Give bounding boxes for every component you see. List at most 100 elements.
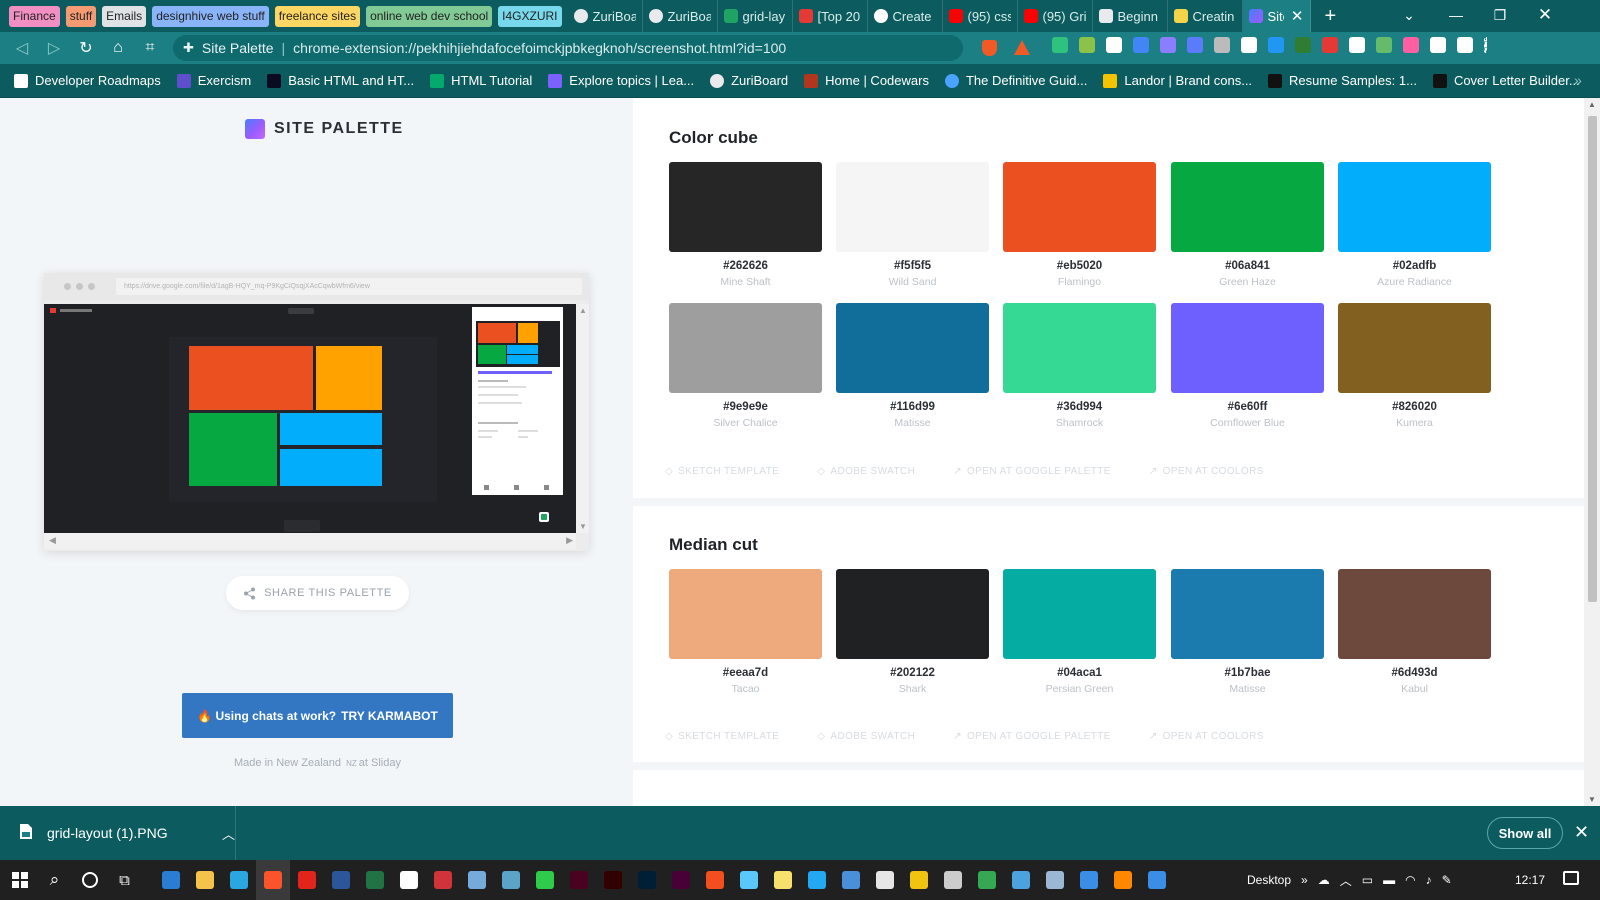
notion-extension-icon[interactable] [1241, 37, 1257, 53]
menu-icon[interactable] [1484, 37, 1488, 53]
color-chip[interactable] [836, 303, 989, 393]
tab-group-1[interactable]: stuff [65, 5, 97, 27]
wallet-extension-icon[interactable] [1457, 37, 1473, 53]
bookmark-7[interactable]: The Definitive Guid... [944, 73, 1087, 88]
color-chip[interactable] [1171, 569, 1324, 659]
taskbar-vscode[interactable] [800, 860, 834, 900]
taskbar-edge[interactable] [222, 860, 256, 900]
share-palette-button[interactable]: SHARE THIS PALETTE [226, 576, 409, 610]
taskbar-terminal[interactable] [936, 860, 970, 900]
show-hidden-icon[interactable]: ︿ [1340, 872, 1352, 889]
battery-icon[interactable]: ▬ [1383, 873, 1395, 887]
taskbar-rstudio[interactable] [460, 860, 494, 900]
action-adobe-swatch[interactable]: ◇ ADOBE SWATCH [817, 731, 915, 742]
tab-6[interactable]: (95) Gri [1018, 0, 1093, 32]
taskbar-teams-chat[interactable] [494, 860, 528, 900]
taskbar-illustrator[interactable] [596, 860, 630, 900]
notifications-icon[interactable] [1563, 871, 1579, 885]
color-chip[interactable] [836, 569, 989, 659]
color-swatch[interactable]: #202122 Shark [836, 569, 989, 695]
ad-cta[interactable]: TRY KARMABOT [341, 709, 438, 723]
color-swatch[interactable]: #eeaa7d Tacao [669, 569, 822, 695]
color-hex[interactable]: #04aca1 [1003, 667, 1156, 679]
tab-group-0[interactable]: Finance [9, 5, 60, 27]
screenshot-vertical-scrollbar[interactable]: ▲ ▼ [576, 304, 589, 533]
task-view-button[interactable]: ⧉ [107, 860, 142, 900]
taskbar-indesign[interactable] [562, 860, 596, 900]
color-hex[interactable]: #eb5020 [1003, 260, 1156, 272]
taskbar-calendar-app[interactable] [154, 860, 188, 900]
taskbar-git[interactable] [902, 860, 936, 900]
color-swatch[interactable]: #1b7bae Matisse [1171, 569, 1324, 695]
bookmark-5[interactable]: ZuriBoard [710, 73, 788, 88]
color-swatch[interactable]: #eb5020 Flamingo [1003, 162, 1156, 288]
color-swatch[interactable]: #262626 Mine Shaft [669, 162, 822, 288]
color-chip[interactable] [1171, 303, 1324, 393]
more-bookmarks-icon[interactable]: » [1574, 72, 1582, 88]
action-open-at-coolors[interactable]: ↗ OPEN AT COOLORS [1149, 466, 1264, 477]
color-swatch[interactable]: #6d493d Kabul [1338, 569, 1491, 695]
color-swatch[interactable]: #826020 Kumera [1338, 303, 1491, 429]
start-button[interactable] [2, 860, 37, 900]
color-hex[interactable]: #202122 [836, 667, 989, 679]
color-chip[interactable] [1003, 162, 1156, 252]
cloud-icon[interactable]: ☁ [1318, 873, 1330, 887]
address-url[interactable]: chrome-extension://pekhihjiehdafocefoimc… [293, 40, 786, 56]
close-icon[interactable]: ✕ [1574, 822, 1589, 843]
tab-5[interactable]: (95) css [943, 0, 1018, 32]
back-button[interactable]: ◁ [6, 32, 38, 64]
color-hex[interactable]: #826020 [1338, 401, 1491, 413]
bookmark-9[interactable]: Resume Samples: 1... [1268, 73, 1417, 88]
refresh-extension-icon[interactable] [1268, 37, 1284, 53]
bookmark-button[interactable]: ⌗ [134, 32, 166, 64]
color-hex[interactable]: #36d994 [1003, 401, 1156, 413]
color-hex[interactable]: #02adfb [1338, 260, 1491, 272]
search-button[interactable]: ⌕ [37, 860, 72, 900]
sliday-link[interactable]: at Sliday [359, 757, 401, 769]
taskbar-figma[interactable] [698, 860, 732, 900]
taskbar-notion[interactable] [392, 860, 426, 900]
color-swatch[interactable]: #116d99 Matisse [836, 303, 989, 429]
tab-2[interactable]: grid-lay [718, 0, 793, 32]
color-chip[interactable] [1171, 162, 1324, 252]
color-swatch[interactable]: #9e9e9e Silver Chalice [669, 303, 822, 429]
tab-group-6[interactable]: I4GXZURI [498, 5, 562, 27]
taskbar-sublime[interactable] [528, 860, 562, 900]
map-extension-icon[interactable] [1295, 37, 1311, 53]
bookmark-8[interactable]: Landor | Brand cons... [1103, 73, 1252, 88]
action-sketch-template[interactable]: ◇ SKETCH TEMPLATE [665, 731, 779, 742]
color-chip[interactable] [669, 162, 822, 252]
tab-search-button[interactable]: ⌄ [1386, 0, 1432, 30]
color-chip[interactable] [1338, 303, 1491, 393]
color-swatch[interactable]: #36d994 Shamrock [1003, 303, 1156, 429]
ring-extension-icon[interactable] [1403, 37, 1419, 53]
color-chip[interactable] [669, 569, 822, 659]
taskbar-access[interactable] [426, 860, 460, 900]
close-tab-icon[interactable]: ✕ [1291, 7, 1304, 25]
color-chip[interactable] [836, 162, 989, 252]
bookmark-4[interactable]: Explore topics | Lea... [548, 73, 694, 88]
taskbar-xd[interactable] [664, 860, 698, 900]
action-open-at-coolors[interactable]: ↗ OPEN AT COOLORS [1149, 731, 1264, 742]
tab-group-2[interactable]: Emails [102, 5, 147, 27]
tab-group-4[interactable]: freelance sites [274, 5, 361, 27]
pinwheel-extension-icon[interactable] [1160, 37, 1176, 53]
amp-extension-icon[interactable] [1349, 37, 1365, 53]
close-window-button[interactable]: ✕ [1522, 0, 1568, 30]
brave-rewards-icon[interactable] [1014, 40, 1030, 55]
color-hex[interactable]: #262626 [669, 260, 822, 272]
brave-shield-icon[interactable] [982, 40, 997, 56]
tab-0[interactable]: ZuriBoa [568, 0, 643, 32]
bookmark-0[interactable]: Developer Roadmaps [14, 73, 161, 88]
tab-7[interactable]: Beginn [1093, 0, 1168, 32]
bookmark-10[interactable]: Cover Letter Builder... [1432, 73, 1580, 88]
color-hex[interactable]: #6e60ff [1171, 401, 1324, 413]
taskbar-excel[interactable] [358, 860, 392, 900]
palette-extension-icon[interactable] [1187, 37, 1203, 53]
color-chip[interactable] [669, 303, 822, 393]
color-hex[interactable]: #1b7bae [1171, 667, 1324, 679]
tab-active[interactable]: Site ✕ [1242, 0, 1311, 32]
tab-3[interactable]: [Top 20 [793, 0, 868, 32]
taskbar-chrome[interactable] [970, 860, 1004, 900]
color-swatch[interactable]: #04aca1 Persian Green [1003, 569, 1156, 695]
